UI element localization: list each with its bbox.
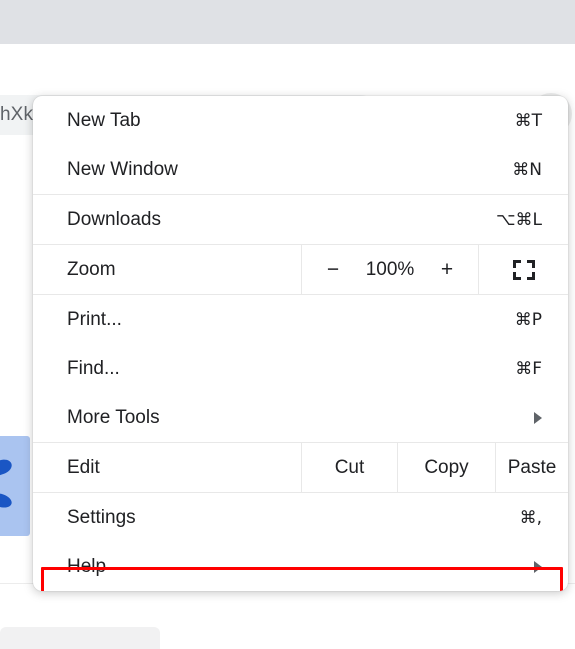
zoom-label-cell: Zoom: [33, 245, 301, 294]
menu-item-settings[interactable]: Settings ⌘,: [33, 493, 568, 542]
zoom-out-button[interactable]: −: [325, 258, 341, 282]
edit-paste-label: Paste: [507, 456, 557, 478]
edit-copy-label: Copy: [424, 456, 469, 478]
page-logo-graphic: [0, 436, 30, 536]
menu-item-shortcut: ⌘,: [519, 507, 542, 528]
fullscreen-corner-tl: [512, 259, 521, 268]
menu-item-shortcut: ⌘N: [512, 159, 542, 180]
menu-item-find[interactable]: Find... ⌘F: [33, 344, 568, 393]
menu-section-new: New Tab ⌘T New Window ⌘N: [33, 96, 568, 194]
tab-strip: [0, 0, 575, 44]
zoom-in-button[interactable]: +: [439, 258, 455, 282]
menu-item-new-tab[interactable]: New Tab ⌘T: [33, 96, 568, 145]
menu-item-label: Print...: [67, 308, 122, 330]
chevron-right-icon: [534, 560, 542, 573]
edit-row: Edit Cut Copy Paste: [33, 443, 568, 492]
menu-item-new-window[interactable]: New Window ⌘N: [33, 145, 568, 194]
edit-cut-label: Cut: [334, 456, 365, 478]
edit-cut-button[interactable]: Cut: [301, 443, 397, 492]
menu-item-print[interactable]: Print... ⌘P: [33, 295, 568, 344]
logo-mark-lower: [0, 490, 14, 511]
fullscreen-corner-tr: [526, 259, 535, 268]
menu-section-tools: Print... ⌘P Find... ⌘F More Tools: [33, 294, 568, 442]
menu-item-help[interactable]: Help: [33, 542, 568, 591]
menu-item-label: New Tab: [67, 109, 141, 131]
menu-section-settings: Settings ⌘, Help: [33, 492, 568, 591]
zoom-row: Zoom − 100% +: [33, 245, 568, 294]
menu-item-downloads[interactable]: Downloads ⌥⌘L: [33, 195, 568, 244]
browser-toolbar: hXkQ3wKHevBBHEQPQgH 文 G Guest: [0, 44, 575, 135]
menu-item-label: Settings: [67, 506, 136, 528]
logo-mark-upper: [0, 457, 14, 477]
fullscreen-corner-br: [526, 271, 535, 280]
menu-item-shortcut: ⌘F: [515, 358, 542, 379]
menu-item-shortcut: ⌘T: [514, 110, 542, 131]
fullscreen-button[interactable]: [478, 245, 568, 294]
zoom-label: Zoom: [67, 258, 116, 280]
fullscreen-corner-bl: [512, 271, 521, 280]
menu-item-more-tools[interactable]: More Tools: [33, 393, 568, 442]
menu-item-shortcut: ⌘P: [514, 309, 542, 330]
menu-item-shortcut: ⌥⌘L: [495, 209, 542, 230]
page-bottom-card: [0, 627, 160, 649]
menu-item-label: More Tools: [67, 406, 160, 428]
menu-item-label: Find...: [67, 357, 120, 379]
menu-section-downloads: Downloads ⌥⌘L: [33, 194, 568, 244]
edit-label-cell: Edit: [33, 443, 301, 492]
zoom-level-value: 100%: [365, 258, 415, 280]
menu-item-label: Help: [67, 555, 107, 577]
zoom-controls: − 100% +: [301, 245, 478, 294]
edit-label: Edit: [67, 456, 100, 478]
fullscreen-icon: [512, 259, 535, 280]
menu-section-edit: Edit Cut Copy Paste: [33, 442, 568, 492]
chrome-app-menu: New Tab ⌘T New Window ⌘N Downloads ⌥⌘L Z…: [33, 96, 568, 591]
chevron-right-icon: [534, 411, 542, 424]
edit-paste-button[interactable]: Paste: [495, 443, 568, 492]
menu-item-label: Downloads: [67, 208, 161, 230]
menu-item-label: New Window: [67, 158, 178, 180]
edit-copy-button[interactable]: Copy: [397, 443, 495, 492]
menu-section-zoom: Zoom − 100% +: [33, 244, 568, 294]
